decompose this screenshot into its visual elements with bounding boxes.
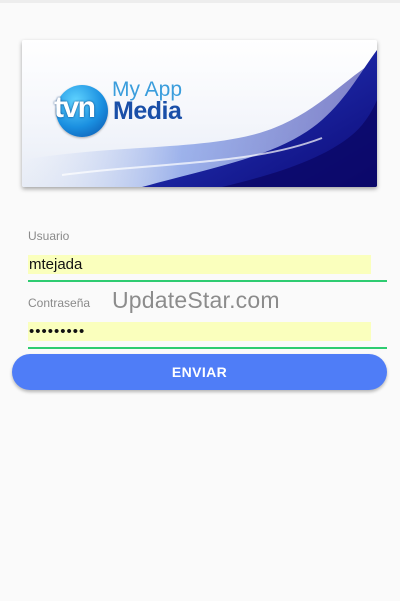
app-banner: tvn My App Media xyxy=(22,40,377,187)
username-input[interactable] xyxy=(28,255,371,274)
submit-button[interactable]: ENVIAR xyxy=(12,354,387,390)
logo-mark: tvn xyxy=(54,91,96,124)
logo-line-2: Media xyxy=(113,97,182,125)
watermark-text: UpdateStar.com xyxy=(112,287,280,313)
password-label: Contraseña xyxy=(28,296,91,310)
status-bar-strip xyxy=(0,0,400,3)
password-underline xyxy=(28,347,387,349)
username-label: Usuario xyxy=(28,229,70,243)
username-underline xyxy=(28,280,387,282)
password-input[interactable] xyxy=(28,322,371,341)
